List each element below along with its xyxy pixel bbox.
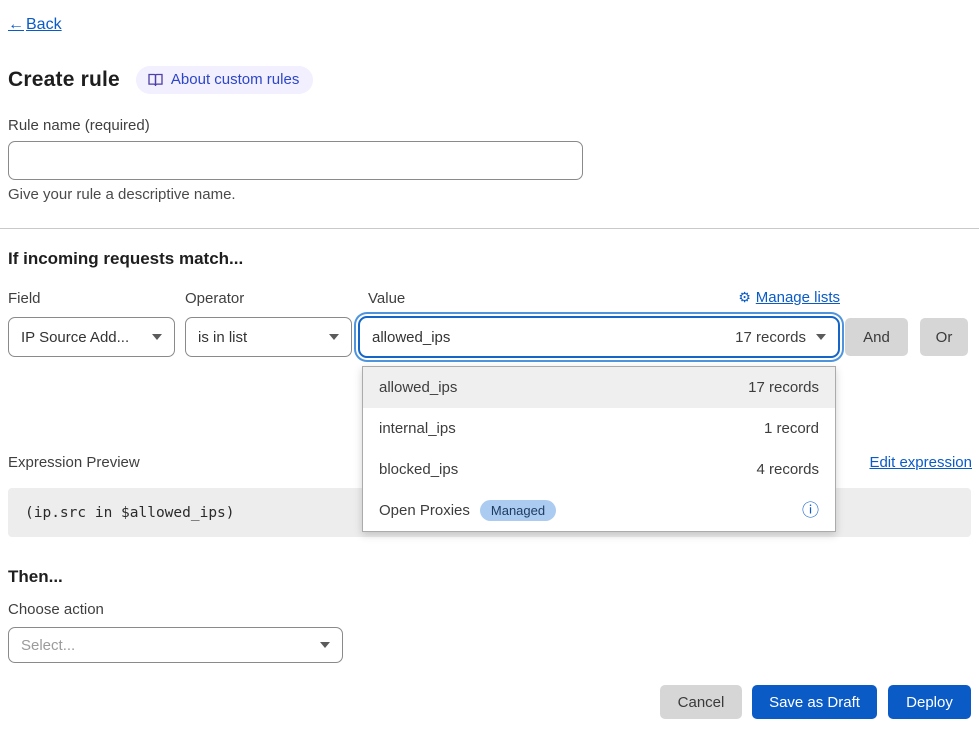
expression-preview-label: Expression Preview [8, 454, 140, 471]
cancel-button[interactable]: Cancel [660, 685, 742, 719]
option-record-count: 1 record [764, 420, 819, 437]
match-section-heading: If incoming requests match... [8, 249, 243, 269]
back-link[interactable]: ←Back [8, 16, 62, 34]
book-icon [148, 73, 163, 86]
value-dropdown-menu: allowed_ips 17 records internal_ips 1 re… [362, 366, 836, 532]
field-select[interactable]: IP Source Add... [8, 317, 175, 357]
or-button[interactable]: Or [920, 318, 968, 356]
option-record-count: 4 records [756, 461, 819, 478]
title-row: Create rule About custom rules [8, 66, 313, 94]
chevron-down-icon [816, 334, 826, 340]
edit-expression-link[interactable]: Edit expression [869, 454, 972, 471]
about-custom-rules-badge[interactable]: About custom rules [136, 66, 313, 94]
option-name: internal_ips [379, 420, 456, 437]
and-button[interactable]: And [845, 318, 908, 356]
option-name: Open Proxies [379, 502, 470, 519]
chevron-down-icon [152, 334, 162, 340]
operator-select-value: is in list [198, 329, 247, 346]
back-label: Back [26, 16, 62, 34]
manage-lists-label: Manage lists [756, 289, 840, 306]
choose-action-label: Choose action [8, 601, 104, 618]
dropdown-option-blocked-ips[interactable]: blocked_ips 4 records [363, 449, 835, 490]
value-select[interactable]: allowed_ips 17 records [358, 316, 840, 358]
dropdown-option-allowed-ips[interactable]: allowed_ips 17 records [363, 367, 835, 408]
then-section-heading: Then... [8, 567, 63, 587]
save-as-draft-button[interactable]: Save as Draft [752, 685, 877, 719]
value-select-record-count: 17 records [735, 329, 806, 346]
value-select-value: allowed_ips [372, 329, 450, 346]
info-icon[interactable]: ⓘ [802, 502, 819, 519]
operator-select[interactable]: is in list [185, 317, 352, 357]
option-name: blocked_ips [379, 461, 458, 478]
back-arrow-icon: ← [8, 16, 24, 34]
expression-code: (ip.src in $allowed_ips) [25, 505, 235, 521]
deploy-button[interactable]: Deploy [888, 685, 971, 719]
create-rule-page: ←Back Create rule About custom rules Rul… [0, 0, 979, 739]
dropdown-option-open-proxies[interactable]: Open Proxies Managed ⓘ [363, 490, 835, 531]
field-label: Field [8, 290, 41, 307]
manage-lists-link[interactable]: ⚙ Manage lists [358, 289, 840, 306]
operator-label: Operator [185, 290, 244, 307]
page-title: Create rule [8, 68, 120, 92]
option-record-count: 17 records [748, 379, 819, 396]
about-badge-label: About custom rules [171, 71, 299, 88]
managed-badge: Managed [480, 500, 556, 521]
section-divider [0, 228, 979, 229]
action-select[interactable]: Select... [8, 627, 343, 663]
rule-name-input[interactable] [8, 141, 583, 180]
chevron-down-icon [320, 642, 330, 648]
rule-name-label: Rule name (required) [8, 117, 150, 134]
gear-icon: ⚙ [738, 289, 751, 306]
action-select-placeholder: Select... [21, 637, 75, 654]
field-select-value: IP Source Add... [21, 329, 129, 346]
dropdown-option-internal-ips[interactable]: internal_ips 1 record [363, 408, 835, 449]
chevron-down-icon [329, 334, 339, 340]
option-name: allowed_ips [379, 379, 457, 396]
rule-name-helper: Give your rule a descriptive name. [8, 186, 236, 203]
